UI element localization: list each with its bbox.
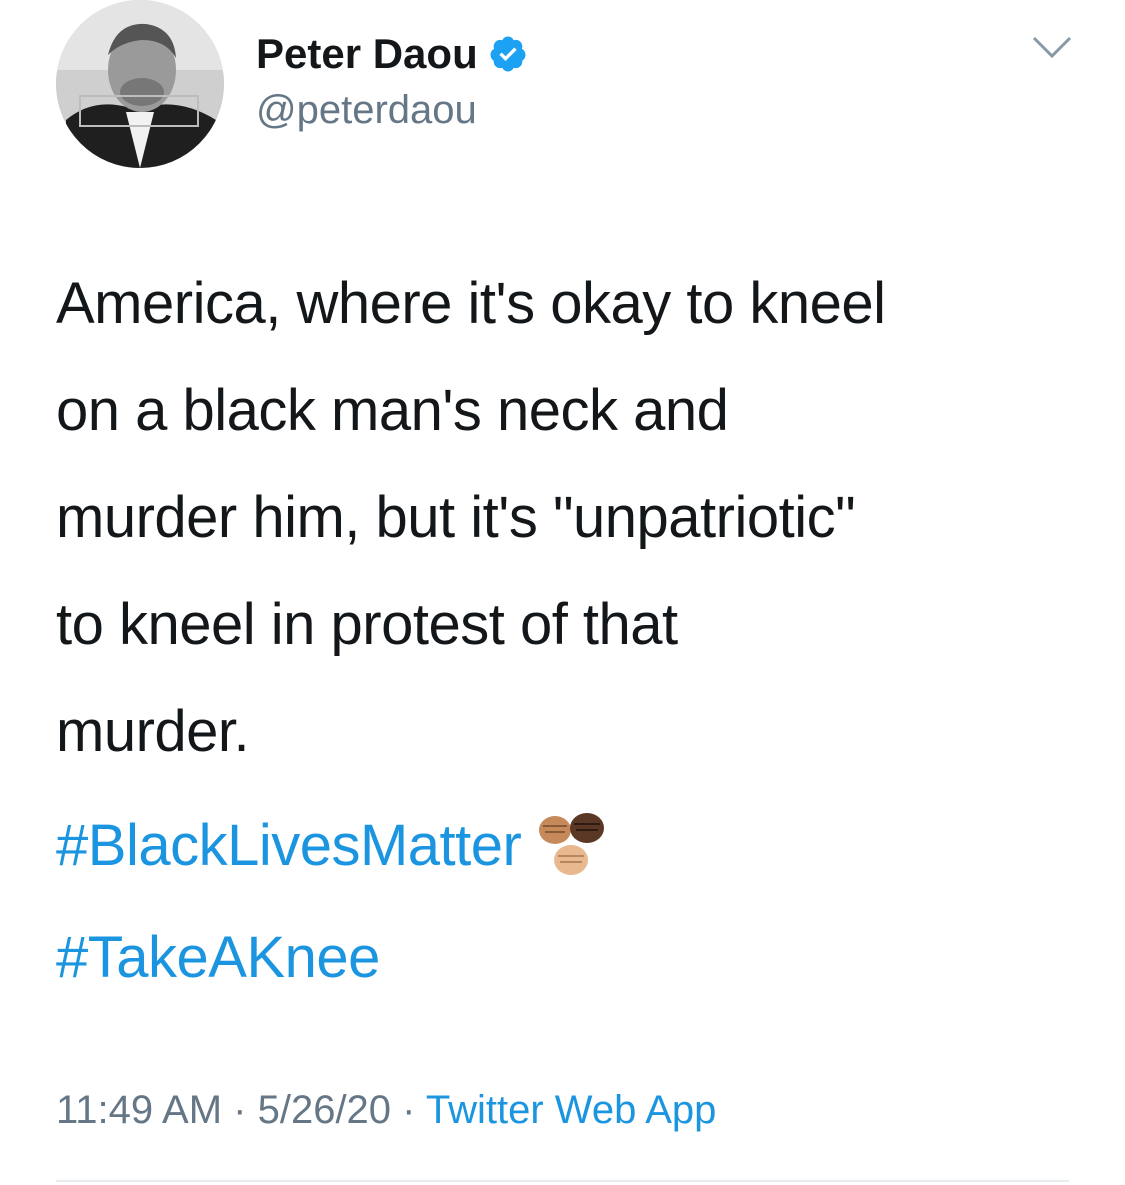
hashtag-line-1: #BlackLivesMatter [56, 790, 623, 902]
avatar[interactable] [56, 0, 224, 168]
display-name[interactable]: Peter Daou [256, 30, 528, 78]
raised-fist-icon [527, 798, 623, 894]
tweet-text: America, where it's okay to kneel on a b… [56, 271, 886, 764]
meta-separator: · [222, 1088, 258, 1132]
display-name-text[interactable]: Peter Daou [256, 30, 478, 78]
user-handle[interactable]: @peterdaou [256, 88, 477, 133]
verified-badge-icon [488, 34, 528, 74]
hashtag-link[interactable]: #TakeAKnee [56, 902, 380, 1014]
tweet-metadata: 11:49 AM · 5/26/20 · Twitter Web App [56, 1088, 716, 1133]
meta-separator: · [391, 1088, 426, 1132]
tweet-time[interactable]: 11:49 AM [56, 1088, 222, 1132]
chevron-down-icon[interactable] [1030, 32, 1074, 62]
tweet-source-link[interactable]: Twitter Web App [426, 1088, 717, 1132]
hashtags: #BlackLivesMatter #TakeAKnee [56, 790, 623, 1014]
tweet-date[interactable]: 5/26/20 [258, 1088, 391, 1132]
hashtag-link[interactable]: #BlackLivesMatter [56, 790, 522, 902]
divider [56, 1180, 1069, 1182]
hashtag-line-2: #TakeAKnee [56, 902, 623, 1014]
